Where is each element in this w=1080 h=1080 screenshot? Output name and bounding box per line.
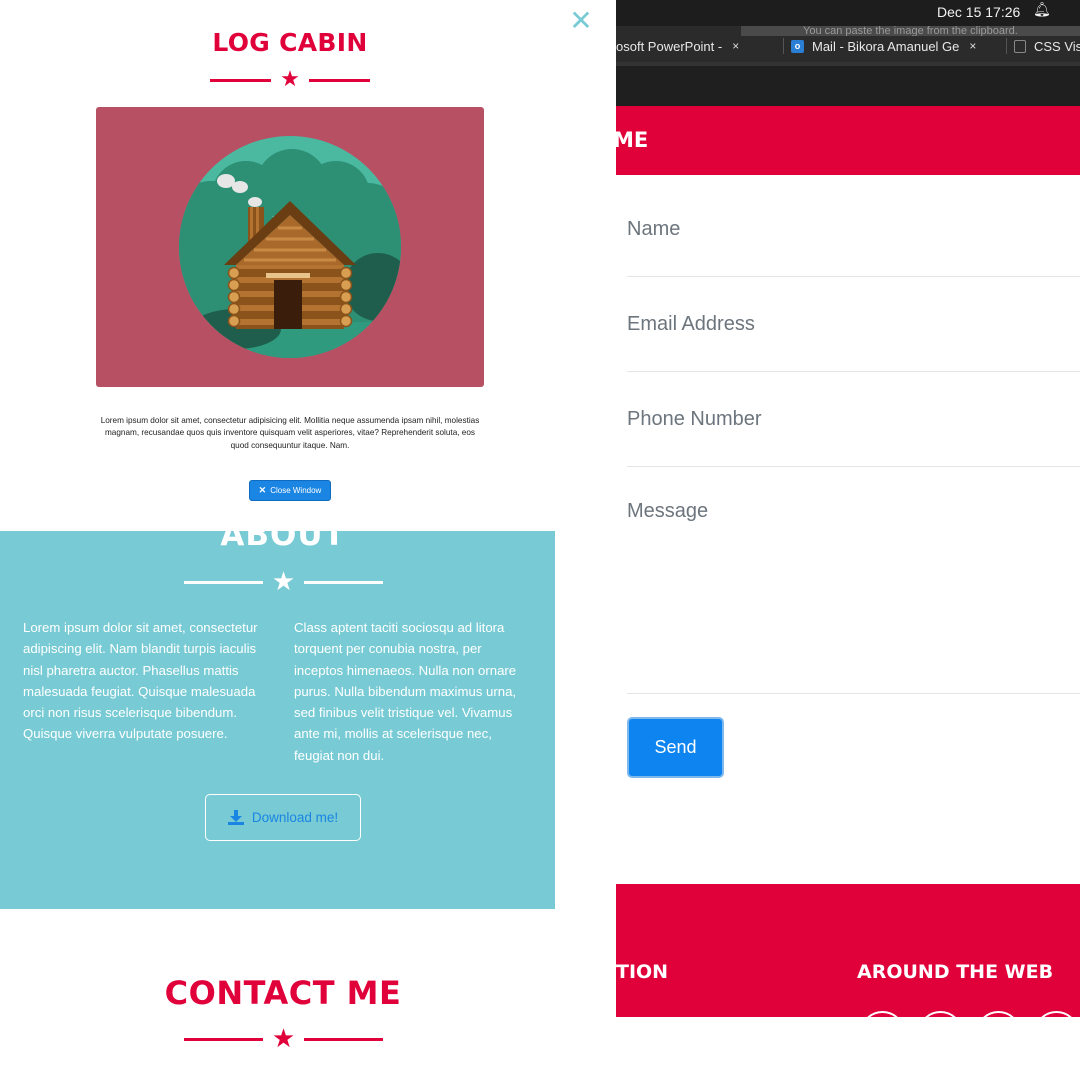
divider-line	[308, 78, 370, 82]
phone-field[interactable]: Phone Number	[627, 408, 1080, 431]
tab-powerpoint[interactable]: osoft PowerPoint - ×	[616, 36, 739, 56]
divider-line	[304, 1037, 384, 1041]
field-underline	[627, 693, 1080, 694]
page-icon	[1014, 39, 1026, 53]
outlook-icon: o	[791, 39, 804, 53]
tab-separator	[1006, 38, 1007, 54]
contact-header-bar: ME	[616, 106, 1080, 175]
divider-line	[183, 580, 263, 584]
clipboard-tooltip: You can paste the image from the clipboa…	[741, 26, 1080, 36]
portfolio-page: ✕ LOG CABIN ★ Lorem ipsum dolor sit amet…	[0, 0, 616, 1080]
contact-divider: ★	[180, 1025, 387, 1053]
name-field[interactable]: Name	[627, 218, 1080, 241]
field-underline	[627, 276, 1080, 277]
about-title: ABOUT	[220, 531, 346, 553]
tab-label: Mail - Bikora Amanuel Ge	[812, 38, 960, 54]
tab-close-icon[interactable]: ×	[732, 39, 739, 53]
close-icon: ✕	[258, 485, 267, 495]
tab-mail[interactable]: o Mail - Bikora Amanuel Ge ×	[791, 36, 976, 56]
divider-line	[183, 1037, 263, 1041]
download-label: Download me!	[251, 810, 339, 825]
browser-toolbar	[616, 62, 1080, 106]
log-cabin-illustration	[179, 136, 401, 358]
divider-line	[304, 580, 384, 584]
about-text-left: Lorem ipsum dolor sit amet, consectetur …	[23, 620, 258, 742]
system-top-bar: Dec 15 17:26 🔔︎	[616, 0, 1080, 26]
system-clock[interactable]: Dec 15 17:26	[937, 4, 1020, 20]
tab-label: osoft PowerPoint -	[616, 38, 723, 54]
modal-description: Lorem ipsum dolor sit amet, consectetur …	[100, 416, 480, 450]
star-icon: ★	[271, 1024, 296, 1054]
modal-title: LOG CABIN	[212, 28, 368, 57]
email-field[interactable]: Email Address	[627, 313, 1080, 336]
close-window-label: Close Window	[270, 486, 322, 495]
send-button[interactable]: Send	[627, 717, 724, 778]
modal-title-divider: ★	[210, 69, 370, 91]
download-button[interactable]: Download me!	[205, 794, 361, 841]
contact-header-title: ME	[616, 128, 649, 152]
about-text-right: Class aptent taciti sociosqu ad litora t…	[294, 620, 517, 763]
field-underline	[627, 466, 1080, 467]
about-section: ABOUT ★ Lorem ipsum dolor sit amet, cons…	[0, 531, 555, 909]
tab-label: CSS Vis	[1034, 38, 1080, 54]
about-divider: ★	[180, 568, 387, 596]
browser-window: Dec 15 17:26 🔔︎ You can paste the image …	[616, 0, 1080, 1080]
footer: TION AROUND THE WEB	[616, 884, 1080, 1017]
divider-line	[210, 78, 272, 82]
field-underline	[627, 371, 1080, 372]
tab-separator	[783, 38, 784, 54]
message-field[interactable]: Message	[627, 500, 1080, 523]
tab-css[interactable]: CSS Vis	[1014, 36, 1080, 56]
close-window-button[interactable]: ✕ Close Window	[249, 480, 331, 501]
contact-title: CONTACT ME	[164, 974, 402, 1012]
star-icon: ★	[271, 567, 296, 597]
tab-close-icon[interactable]: ×	[969, 39, 976, 53]
download-icon	[227, 810, 244, 825]
screenshot-root: ✕ LOG CABIN ★ Lorem ipsum dolor sit amet…	[0, 0, 1080, 1080]
alarm-bell-icon[interactable]: 🔔︎	[1033, 2, 1051, 18]
page-background	[616, 1017, 1080, 1080]
footer-heading-around-web: AROUND THE WEB	[857, 961, 1054, 983]
footer-heading-location: TION	[616, 961, 669, 983]
star-icon: ★	[280, 67, 300, 92]
portfolio-image	[96, 107, 484, 387]
